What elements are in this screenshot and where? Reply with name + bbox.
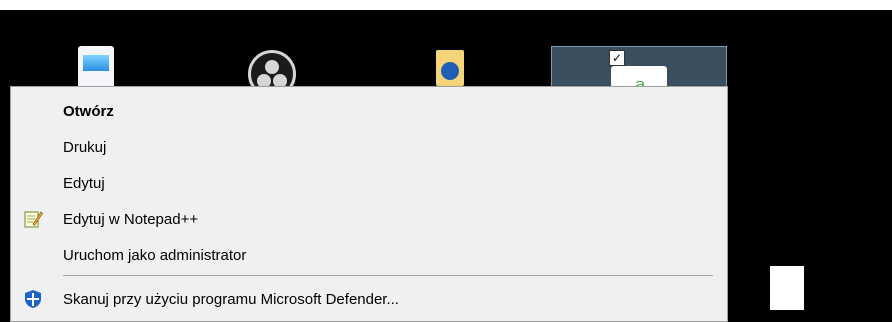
microsoft-defender-icon (23, 289, 43, 309)
menu-item-run-as-admin[interactable]: Uruchom jako administrator (11, 237, 727, 273)
menu-item-print[interactable]: Drukuj (11, 129, 727, 165)
checkbox-icon[interactable]: ✓ (609, 50, 625, 66)
menu-item-edit[interactable]: Edytuj (11, 165, 727, 201)
menu-item-label: Edytuj (63, 174, 105, 192)
menu-item-label: Drukuj (63, 138, 107, 156)
menu-item-label: Otwórz (63, 102, 114, 120)
context-menu: Otwórz Drukuj Edytuj Edytuj w Notepad++ … (10, 86, 728, 322)
menu-item-open[interactable]: Otwórz (11, 93, 727, 129)
menu-item-label: Uruchom jako administrator (63, 246, 247, 264)
desktop-window-fragment (770, 266, 804, 310)
folder-icon[interactable] (436, 50, 464, 86)
notepad-plus-plus-icon (23, 209, 43, 229)
menu-item-label: Edytuj w Notepad++ (63, 210, 199, 228)
menu-item-edit-notepad-plus-plus[interactable]: Edytuj w Notepad++ (11, 201, 727, 237)
menu-item-label: Skanuj przy użyciu programu Microsoft De… (63, 290, 399, 308)
menu-separator (63, 275, 713, 276)
menu-item-scan-defender[interactable]: Skanuj przy użyciu programu Microsoft De… (11, 281, 727, 317)
